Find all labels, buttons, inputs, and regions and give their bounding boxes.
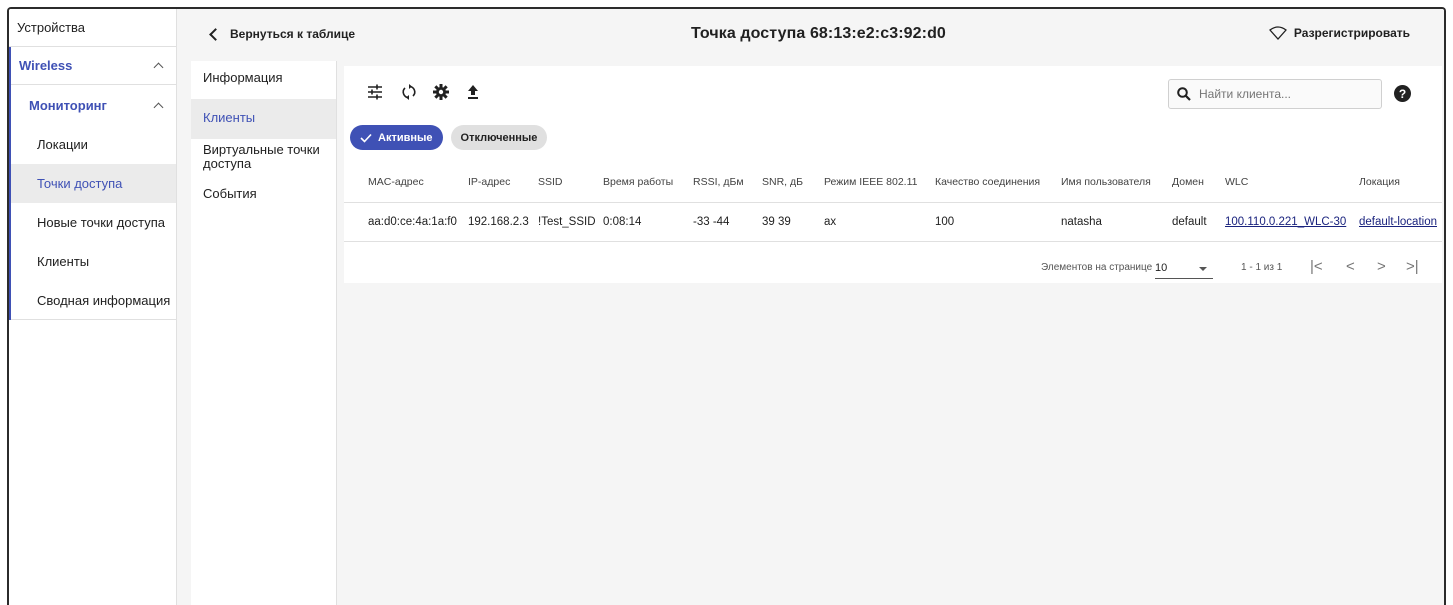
cell-mac: aa:d0:ce:4a:1a:f0 bbox=[344, 202, 468, 242]
column-header-location[interactable]: Локация bbox=[1356, 162, 1442, 203]
sidebar-item-clients[interactable]: Клиенты bbox=[11, 242, 176, 281]
back-button[interactable]: Вернуться к таблице bbox=[207, 27, 355, 41]
back-button-label: Вернуться к таблице bbox=[230, 27, 356, 41]
upload-icon[interactable] bbox=[465, 84, 481, 100]
chevron-left-icon bbox=[209, 27, 222, 41]
sidebar: Устройства Wireless Мониторинг Локации Т… bbox=[9, 9, 177, 605]
cell-mode: ax bbox=[824, 202, 935, 242]
wlc-link[interactable]: 100.110.0.221_WLC-30 bbox=[1225, 216, 1346, 228]
filter-active-label: Активные bbox=[378, 131, 433, 144]
gear-icon[interactable] bbox=[433, 84, 449, 100]
items-per-page-value: 10 bbox=[1155, 262, 1168, 274]
page-header: Вернуться к таблице Точка доступа 68:13:… bbox=[177, 9, 1444, 61]
column-header-ssid[interactable]: SSID bbox=[538, 162, 603, 203]
unregister-icon bbox=[1268, 26, 1287, 40]
table-header-row: MAC-адрес IP-адрес SSID Время работы RSS… bbox=[344, 162, 1442, 203]
search-box[interactable] bbox=[1168, 79, 1382, 109]
last-page-icon[interactable]: >| bbox=[1406, 258, 1419, 275]
cell-ip: 192.168.2.3 bbox=[468, 202, 538, 242]
tab-events[interactable]: События bbox=[191, 183, 336, 207]
items-per-page-label: Элементов на странице bbox=[1041, 262, 1153, 273]
tab-clients[interactable]: Клиенты bbox=[191, 99, 336, 139]
cell-snr: 39 39 bbox=[762, 202, 824, 242]
cell-username: natasha bbox=[1061, 202, 1172, 242]
sidebar-item-new-access-points[interactable]: Новые точки доступа bbox=[11, 203, 176, 242]
column-header-username[interactable]: Имя пользователя bbox=[1061, 162, 1172, 203]
column-header-ip[interactable]: IP-адрес bbox=[468, 162, 538, 203]
page-title: Точка доступа 68:13:e2:c3:92:d0 bbox=[691, 25, 946, 42]
app-window: Устройства Wireless Мониторинг Локации Т… bbox=[7, 7, 1446, 605]
column-header-snr[interactable]: SNR, дБ bbox=[762, 162, 824, 203]
items-per-page-select[interactable]: 10 bbox=[1155, 259, 1213, 279]
column-header-domain[interactable]: Домен bbox=[1172, 162, 1225, 203]
refresh-icon[interactable] bbox=[401, 84, 417, 100]
clients-table: MAC-адрес IP-адрес SSID Время работы RSS… bbox=[344, 162, 1442, 242]
filter-active-chip[interactable]: Активные bbox=[350, 125, 443, 150]
column-header-quality[interactable]: Качество соединения bbox=[935, 162, 1061, 203]
sidebar-item-label: Мониторинг bbox=[29, 97, 107, 113]
cell-ssid: !Test_SSID bbox=[538, 202, 603, 242]
tab-info[interactable]: Информация bbox=[191, 61, 336, 99]
location-link[interactable]: default-location bbox=[1359, 216, 1437, 228]
column-header-mac[interactable]: MAC-адрес bbox=[344, 162, 468, 203]
first-page-icon[interactable]: |< bbox=[1310, 258, 1323, 275]
sidebar-item-wireless[interactable]: Wireless bbox=[11, 47, 176, 85]
toolbar: ? bbox=[344, 66, 1442, 116]
clients-panel: ? Активные Отключенные MAC-адрес IP-адре… bbox=[344, 66, 1442, 283]
unregister-button-label: Разрегистрировать bbox=[1293, 26, 1410, 40]
unregister-button[interactable]: Разрегистрировать bbox=[1268, 26, 1410, 40]
column-header-rssi[interactable]: RSSI, дБм bbox=[693, 162, 762, 203]
previous-page-icon[interactable]: < bbox=[1346, 258, 1355, 275]
filter-disconnected-chip[interactable]: Отключенные bbox=[450, 125, 548, 150]
check-icon bbox=[360, 133, 372, 143]
detail-menu: Информация Клиенты Виртуальные точки дос… bbox=[191, 61, 337, 605]
paginator: Элементов на странице 10 1 - 1 из 1 |< <… bbox=[344, 248, 1442, 284]
sidebar-item-monitoring[interactable]: Мониторинг bbox=[11, 85, 176, 125]
chevron-up-icon bbox=[153, 102, 164, 112]
dropdown-arrow-icon bbox=[1199, 267, 1207, 271]
table-row[interactable]: aa:d0:ce:4a:1a:f0 192.168.2.3 !Test_SSID… bbox=[344, 202, 1442, 242]
sidebar-item-label: Wireless bbox=[19, 58, 73, 73]
cell-rssi: -33 -44 bbox=[693, 202, 762, 242]
status-filter: Активные Отключенные bbox=[350, 125, 548, 150]
cell-wlc-link[interactable]: 100.110.0.221_WLC-30 bbox=[1225, 202, 1356, 242]
cell-uptime: 0:08:14 bbox=[603, 202, 693, 242]
search-input[interactable] bbox=[1199, 87, 1359, 101]
column-header-wlc[interactable]: WLC bbox=[1225, 162, 1356, 203]
column-header-mode[interactable]: Режим IEEE 802.11 bbox=[824, 162, 935, 203]
sidebar-item-locations[interactable]: Локации bbox=[11, 125, 176, 164]
search-icon bbox=[1177, 87, 1191, 101]
sidebar-item-summary[interactable]: Сводная информация bbox=[11, 281, 176, 320]
chevron-up-icon bbox=[153, 62, 164, 73]
sidebar-group-wireless: Wireless Мониторинг Локации Точки доступ… bbox=[9, 47, 176, 320]
tab-virtual-access-points[interactable]: Виртуальные точки доступа bbox=[191, 139, 336, 183]
column-header-uptime[interactable]: Время работы bbox=[603, 162, 693, 203]
sidebar-item-access-points[interactable]: Точки доступа bbox=[11, 164, 176, 203]
cell-quality: 100 bbox=[935, 202, 1061, 242]
sidebar-item-devices[interactable]: Устройства bbox=[9, 9, 176, 47]
column-settings-icon[interactable] bbox=[367, 84, 383, 100]
help-icon[interactable]: ? bbox=[1394, 85, 1411, 102]
page-range-label: 1 - 1 из 1 bbox=[1241, 262, 1283, 273]
cell-domain: default bbox=[1172, 202, 1225, 242]
next-page-icon[interactable]: > bbox=[1377, 258, 1386, 275]
cell-location-link[interactable]: default-location bbox=[1356, 202, 1442, 242]
